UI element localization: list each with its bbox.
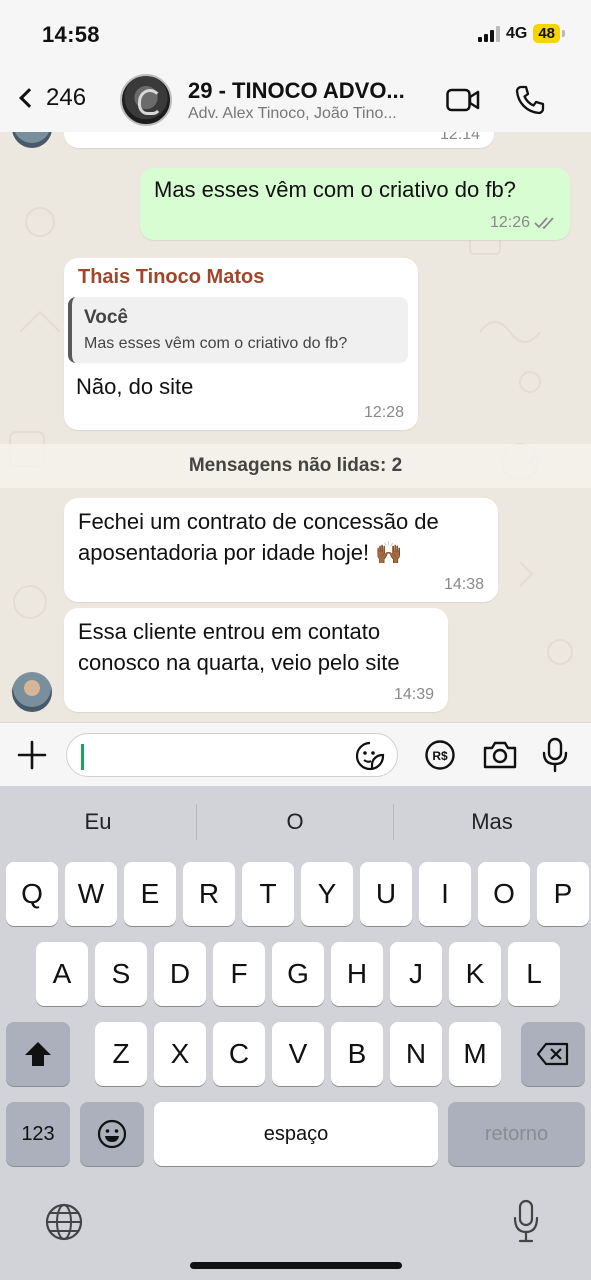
key-u[interactable]: U [360, 862, 412, 926]
key-l[interactable]: L [508, 942, 560, 1006]
globe-icon[interactable] [44, 1202, 84, 1242]
unread-count: 246 [46, 84, 87, 111]
signal-icon [477, 25, 500, 42]
key-k[interactable]: K [449, 942, 501, 1006]
message-time: 12:14 [439, 132, 480, 143]
double-check-icon [534, 217, 554, 230]
key-x[interactable]: X [154, 1022, 206, 1086]
camera-icon[interactable] [482, 740, 518, 770]
status-indicators: 4G 48 [477, 24, 565, 43]
back-button[interactable]: 246 [16, 84, 86, 112]
unread-divider: Mensagens não lidas: 2 [0, 444, 591, 488]
key-e[interactable]: E [124, 862, 176, 926]
suggestion-3[interactable]: Mas [394, 786, 590, 858]
message-time: 12:28 [363, 404, 404, 421]
quoted-author: Você [84, 307, 129, 328]
payment-icon[interactable]: R$ [424, 739, 456, 771]
key-q[interactable]: Q [6, 862, 58, 926]
message-text-line: conosco na quarta, veio pelo site [78, 650, 400, 675]
key-m[interactable]: M [449, 1022, 501, 1086]
message-text: Não, do site [76, 374, 194, 399]
message-meta: 12:26 [490, 214, 556, 232]
key-v[interactable]: V [272, 1022, 324, 1086]
status-time: 14:58 [42, 22, 100, 47]
key-j[interactable]: J [390, 942, 442, 1006]
message-input[interactable] [66, 733, 398, 777]
message-text: Mas esses vêm com o criativo do fb? [154, 177, 516, 202]
message-bubble-outgoing[interactable]: Mas esses vêm com o criativo do fb? 12:2… [140, 168, 570, 240]
suggestion-bar: Eu O Mas [0, 786, 591, 858]
quoted-message[interactable]: Você Mas esses vêm com o criativo do fb? [68, 297, 408, 363]
message-text-line: aposentadoria por idade hoje! 🙌🏾 [78, 540, 403, 565]
shift-icon [25, 1042, 51, 1066]
message-bubble-incoming[interactable]: Essa cliente entrou em contato conosco n… [64, 608, 448, 712]
backspace-icon [536, 1042, 569, 1066]
battery-level: 48 [533, 24, 560, 43]
key-z[interactable]: Z [95, 1022, 147, 1086]
video-call-icon[interactable] [446, 88, 480, 112]
key-p[interactable]: P [537, 862, 589, 926]
message-time: 14:38 [443, 576, 484, 593]
key-t[interactable]: T [242, 862, 294, 926]
key-y[interactable]: Y [301, 862, 353, 926]
message-time: 14:39 [393, 686, 434, 703]
network-type: 4G [505, 24, 528, 42]
sticker-icon[interactable] [355, 741, 385, 771]
suggestion-2[interactable]: O [197, 786, 393, 858]
status-bar: 14:58 4G 48 [0, 0, 591, 70]
sender-avatar[interactable] [12, 672, 52, 712]
home-indicator[interactable] [190, 1262, 402, 1269]
suggestion-1[interactable]: Eu [0, 786, 196, 858]
key-d[interactable]: D [154, 942, 206, 1006]
message-bubble-incoming[interactable]: Fechei um contrato de concessão de apose… [64, 498, 498, 602]
return-key[interactable]: retorno [448, 1102, 585, 1166]
message-bubble-incoming-reply[interactable]: Thais Tinoco Matos Você Mas esses vêm co… [64, 258, 418, 430]
key-g[interactable]: G [272, 942, 324, 1006]
svg-text:R$: R$ [432, 749, 448, 763]
key-h[interactable]: H [331, 942, 383, 1006]
message-text-line: Fechei um contrato de concessão de [78, 509, 439, 534]
sender-name[interactable]: Thais Tinoco Matos [78, 266, 406, 289]
text-caret [81, 744, 84, 770]
key-n[interactable]: N [390, 1022, 442, 1086]
delete-key[interactable] [521, 1022, 585, 1086]
chat-header: 246 29 - TINOCO ADVO... Adv. Alex Tinoco… [0, 70, 591, 132]
group-avatar[interactable] [120, 74, 172, 126]
key-c[interactable]: C [213, 1022, 265, 1086]
message-text-line: Essa cliente entrou em contato [78, 619, 381, 644]
numbers-key[interactable]: 123 [6, 1102, 70, 1166]
message-composer: R$ [0, 722, 591, 786]
key-a[interactable]: A [36, 942, 88, 1006]
microphone-icon[interactable] [542, 737, 568, 773]
dictation-mic-icon[interactable] [512, 1198, 540, 1244]
key-f[interactable]: F [213, 942, 265, 1006]
key-i[interactable]: I [419, 862, 471, 926]
chat-area[interactable]: 12:14 Mas esses vêm com o criativo do fb… [0, 132, 591, 722]
keyboard: Eu O Mas QWERTYUIOP ASDFGHJKL ZXCVBNM 12… [0, 786, 591, 1280]
space-key[interactable]: espaço [154, 1102, 438, 1166]
key-b[interactable]: B [331, 1022, 383, 1086]
group-title[interactable]: 29 - TINOCO ADVO... [188, 78, 405, 104]
group-members[interactable]: Adv. Alex Tinoco, João Tino... [188, 105, 397, 123]
message-bubble-incoming[interactable]: 12:14 [64, 132, 494, 148]
key-r[interactable]: R [183, 862, 235, 926]
chevron-left-icon [19, 88, 39, 108]
quoted-text: Mas esses vêm com o criativo do fb? [84, 335, 348, 352]
battery-icon [562, 30, 565, 37]
key-w[interactable]: W [65, 862, 117, 926]
phone-call-icon[interactable] [514, 84, 546, 116]
message-time: 12:26 [489, 214, 530, 231]
emoji-key[interactable] [80, 1102, 144, 1166]
key-o[interactable]: O [478, 862, 530, 926]
key-s[interactable]: S [95, 942, 147, 1006]
plus-icon[interactable] [16, 739, 48, 771]
emoji-icon [97, 1119, 127, 1149]
shift-key[interactable] [6, 1022, 70, 1086]
